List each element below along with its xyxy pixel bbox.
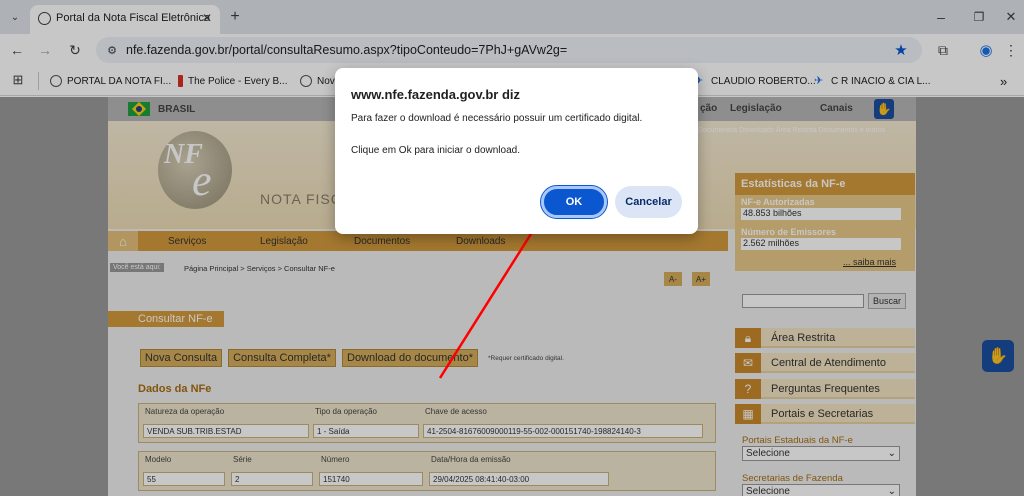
cancel-button[interactable]: Cancelar <box>615 186 682 218</box>
dialog-title: www.nfe.fazenda.gov.br diz <box>351 87 521 102</box>
ok-button[interactable]: OK <box>540 185 608 219</box>
alert-dialog: www.nfe.fazenda.gov.br diz Para fazer o … <box>335 68 698 234</box>
screen: ⌄ Portal da Nota Fiscal Eletrônica ✕ + –… <box>0 0 1024 496</box>
dialog-message-1: Para fazer o download é necessário possu… <box>351 113 643 124</box>
arrow-line <box>438 225 538 379</box>
dialog-message-2: Clique em Ok para iniciar o download. <box>351 145 520 156</box>
